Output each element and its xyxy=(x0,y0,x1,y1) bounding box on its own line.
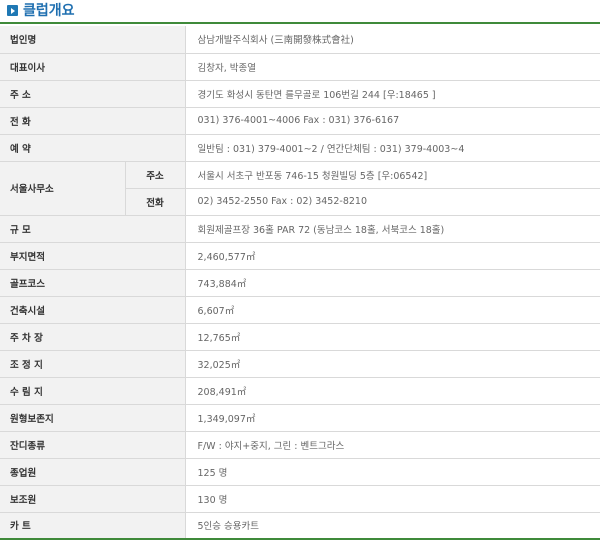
table-row: 원형보존지 1,349,097㎡ xyxy=(0,404,600,432)
table-row: 규 모 회원제골프장 36홀 PAR 72 (동남코스 18홀, 서북코스 18… xyxy=(0,215,600,243)
row-value-landscaping: 32,025㎡ xyxy=(185,350,600,378)
row-value-corporation: 삼남개발주식회사 (三南開發株式會社) xyxy=(185,26,600,54)
arrow-right-icon xyxy=(7,5,18,16)
table-row: 카 트 5인승 승용카트 xyxy=(0,512,600,540)
row-label-buildings: 건축시설 xyxy=(0,296,186,324)
row-value-ceo: 김창자, 박종열 xyxy=(185,53,600,81)
table-row: 보조원 130 명 xyxy=(0,485,600,513)
row-value-phone: 031) 376-4001~4006 Fax : 031) 376-6167 xyxy=(185,107,600,135)
table-row: 건축시설 6,607㎡ xyxy=(0,296,600,324)
table-row: 예 약 일반팀 : 031) 379-4001~2 / 연간단체팀 : 031)… xyxy=(0,134,600,162)
table-row: 법인명 삼남개발주식회사 (三南開發株式會社) xyxy=(0,26,600,54)
row-value-preserved-land: 1,349,097㎡ xyxy=(185,404,600,432)
row-label-grass-type: 잔디종류 xyxy=(0,431,186,459)
table-row: 종업원 125 명 xyxy=(0,458,600,486)
row-value-parking: 12,765㎡ xyxy=(185,323,600,351)
row-value-seoul-phone: 02) 3452-2550 Fax : 02) 3452-8210 xyxy=(185,188,600,216)
row-label-address: 주 소 xyxy=(0,80,186,108)
row-label-scale: 규 모 xyxy=(0,215,186,243)
table-row: 전 화 031) 376-4001~4006 Fax : 031) 376-61… xyxy=(0,107,600,135)
club-info-table: 법인명 삼남개발주식회사 (三南開發株式會社) 대표이사 김창자, 박종열 주 … xyxy=(0,26,600,540)
sublabel-address: 주소 xyxy=(125,161,186,189)
row-label-forest: 수 림 지 xyxy=(0,377,186,405)
sublabel-phone: 전화 xyxy=(125,188,186,216)
row-value-address: 경기도 화성시 동탄면 를무골로 106번길 244 [우:18465 ] xyxy=(185,80,600,108)
section-header: 클럽개요 xyxy=(0,0,600,24)
row-label-golf-course: 골프코스 xyxy=(0,269,186,297)
table-row: 부지면적 2,460,577㎡ xyxy=(0,242,600,270)
row-label-seoul-office: 서울사무소 xyxy=(0,161,126,216)
table-row: 잔디종류 F/W : 야지+중지, 그린 : 벤트그라스 xyxy=(0,431,600,459)
row-label-phone: 전 화 xyxy=(0,107,186,135)
row-label-cart: 카 트 xyxy=(0,512,186,540)
section-title: 클럽개요 xyxy=(23,3,75,19)
table-row: 대표이사 김창자, 박종열 xyxy=(0,53,600,81)
row-label-ceo: 대표이사 xyxy=(0,53,186,81)
row-value-scale: 회원제골프장 36홀 PAR 72 (동남코스 18홀, 서북코스 18홀) xyxy=(185,215,600,243)
row-label-reservation: 예 약 xyxy=(0,134,186,162)
row-value-caddies: 130 명 xyxy=(185,485,600,513)
row-value-grass-type: F/W : 야지+중지, 그린 : 벤트그라스 xyxy=(185,431,600,459)
row-value-employees: 125 명 xyxy=(185,458,600,486)
row-value-golf-course: 743,884㎡ xyxy=(185,269,600,297)
row-value-site-area: 2,460,577㎡ xyxy=(185,242,600,270)
table-row: 주 소 경기도 화성시 동탄면 를무골로 106번길 244 [우:18465 … xyxy=(0,80,600,108)
row-label-corporation: 법인명 xyxy=(0,26,186,54)
table-row: 주 차 장 12,765㎡ xyxy=(0,323,600,351)
table-row: 서울사무소 주소 서울시 서초구 반포동 746-15 청원빌딩 5층 [우:0… xyxy=(0,161,600,216)
row-value-seoul-address: 서울시 서초구 반포동 746-15 청원빌딩 5층 [우:06542] xyxy=(185,161,600,189)
row-value-reservation: 일반팀 : 031) 379-4001~2 / 연간단체팀 : 031) 379… xyxy=(185,134,600,162)
row-value-forest: 208,491㎡ xyxy=(185,377,600,405)
row-value-cart: 5인승 승용카트 xyxy=(185,512,600,540)
row-label-landscaping: 조 정 지 xyxy=(0,350,186,378)
table-row: 조 정 지 32,025㎡ xyxy=(0,350,600,378)
row-label-parking: 주 차 장 xyxy=(0,323,186,351)
row-label-employees: 종업원 xyxy=(0,458,186,486)
row-label-caddies: 보조원 xyxy=(0,485,186,513)
row-value-buildings: 6,607㎡ xyxy=(185,296,600,324)
table-row: 골프코스 743,884㎡ xyxy=(0,269,600,297)
table-row: 수 림 지 208,491㎡ xyxy=(0,377,600,405)
row-label-site-area: 부지면적 xyxy=(0,242,186,270)
row-label-preserved-land: 원형보존지 xyxy=(0,404,186,432)
